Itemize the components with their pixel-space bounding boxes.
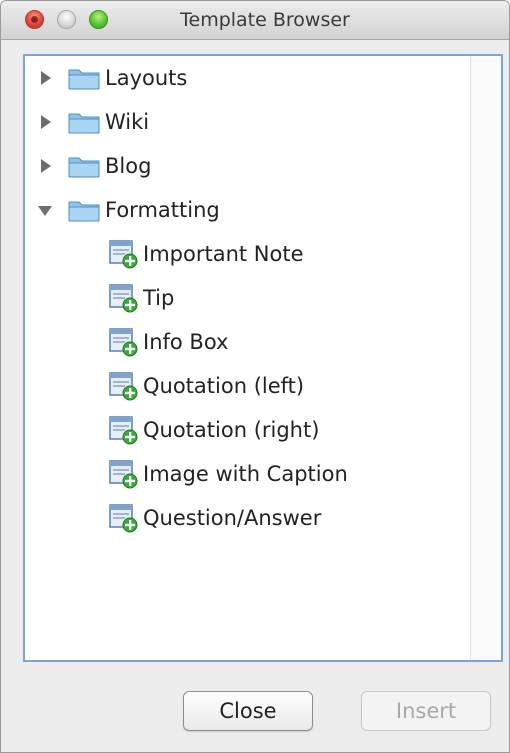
tree-item-label: Tip xyxy=(143,286,175,310)
tree-folder-label: Formatting xyxy=(105,198,220,222)
tree-item-info-box[interactable]: Info Box xyxy=(25,320,465,364)
tree-folder-label: Layouts xyxy=(105,66,188,90)
tree-folder-layouts[interactable]: Layouts xyxy=(25,56,465,100)
tree-item-label: Quotation (right) xyxy=(143,418,320,442)
tree-folder-label: Blog xyxy=(105,154,152,178)
tree-item-tip[interactable]: Tip xyxy=(25,276,465,320)
template-add-icon xyxy=(109,460,138,489)
folder-icon xyxy=(68,69,100,90)
insert-button[interactable]: Insert xyxy=(361,691,491,731)
tree-item-image-with-caption[interactable]: Image with Caption xyxy=(25,452,465,496)
disclosure-collapsed-icon[interactable] xyxy=(35,67,57,89)
tree-item-quotation-right[interactable]: Quotation (right) xyxy=(25,408,465,452)
tree-item-important-note[interactable]: Important Note xyxy=(25,232,465,276)
folder-icon xyxy=(68,157,100,178)
tree-item-label: Image with Caption xyxy=(143,462,348,486)
template-add-icon xyxy=(109,372,138,401)
close-button[interactable]: Close xyxy=(183,691,313,731)
disclosure-collapsed-icon[interactable] xyxy=(35,111,57,133)
template-tree: Layouts Wiki Blog Formatting Important N… xyxy=(25,56,465,540)
template-add-icon xyxy=(109,328,138,357)
tree-folder-formatting[interactable]: Formatting xyxy=(25,188,465,232)
window-title: Template Browser xyxy=(180,9,350,31)
template-add-icon xyxy=(109,284,138,313)
tree-folder-wiki[interactable]: Wiki xyxy=(25,100,465,144)
template-tree-panel[interactable]: Layouts Wiki Blog Formatting Important N… xyxy=(23,54,503,662)
tree-item-label: Quotation (left) xyxy=(143,374,305,398)
title-bar[interactable]: Template Browser xyxy=(1,1,509,40)
template-browser-window: Template Browser Layouts Wiki Blog Forma… xyxy=(0,0,510,753)
disclosure-expanded-icon[interactable] xyxy=(35,199,57,221)
tree-item-question-answer[interactable]: Question/Answer xyxy=(25,496,465,540)
template-add-icon xyxy=(109,240,138,269)
template-add-icon xyxy=(109,504,138,533)
folder-open-icon xyxy=(68,201,100,222)
tree-folder-blog[interactable]: Blog xyxy=(25,144,465,188)
template-add-icon xyxy=(109,416,138,445)
button-bar: Close Insert xyxy=(1,673,509,752)
tree-item-quotation-left[interactable]: Quotation (left) xyxy=(25,364,465,408)
disclosure-collapsed-icon[interactable] xyxy=(35,155,57,177)
tree-item-label: Important Note xyxy=(143,242,304,266)
tree-item-label: Question/Answer xyxy=(143,506,322,530)
scrollbar-track[interactable] xyxy=(470,56,501,660)
tree-folder-label: Wiki xyxy=(105,110,150,134)
folder-icon xyxy=(68,113,100,134)
tree-item-label: Info Box xyxy=(143,330,229,354)
